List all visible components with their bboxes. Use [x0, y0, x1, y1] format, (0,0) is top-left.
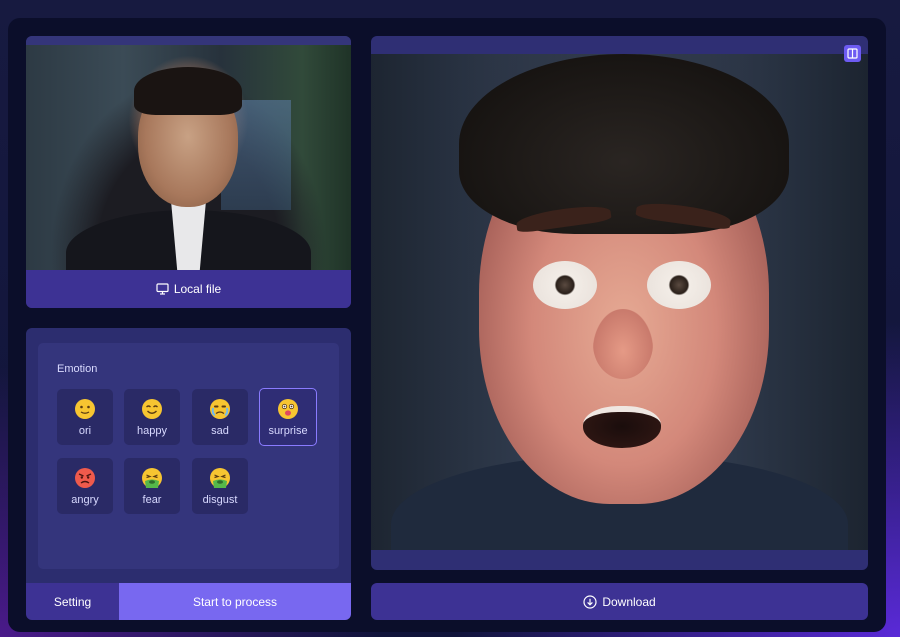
emotion-title: Emotion — [57, 363, 98, 375]
source-photo — [26, 45, 351, 296]
emotion-option-surprise[interactable]: surprise — [259, 388, 317, 446]
source-image-card — [26, 36, 351, 308]
download-button[interactable]: Download — [371, 583, 868, 620]
download-label: Download — [602, 594, 656, 609]
local-file-button[interactable]: Local file — [26, 270, 351, 308]
emotion-label: sad — [211, 424, 229, 437]
download-icon — [583, 594, 597, 609]
local-file-label: Local file — [173, 282, 222, 296]
emotion-label: fear — [142, 493, 162, 506]
start-process-label: Start to process — [192, 594, 278, 609]
result-nose — [593, 309, 653, 379]
result-left-eye — [533, 261, 597, 309]
emotion-label: disgust — [202, 493, 238, 506]
nauseated-face-icon — [142, 467, 162, 488]
emotion-option-fear[interactable]: fear — [124, 458, 180, 514]
source-image-header — [26, 36, 351, 45]
emotion-label: happy — [137, 424, 167, 437]
result-right-eye — [647, 261, 711, 309]
setting-label: Setting — [53, 594, 92, 609]
emotion-option-happy[interactable]: happy — [124, 389, 180, 445]
emotion-option-disgust[interactable]: disgust — [192, 458, 248, 514]
setting-button[interactable]: Setting — [26, 583, 119, 620]
result-mouth — [583, 406, 661, 448]
angry-face-icon — [75, 467, 95, 488]
result-hair — [459, 54, 789, 234]
smiling-face-icon — [142, 398, 162, 419]
surprised-tongue-face-icon — [278, 398, 298, 419]
result-image-card — [371, 36, 868, 570]
emotion-option-sad[interactable]: sad — [192, 389, 248, 445]
slight-smile-face-icon — [75, 398, 95, 419]
emotion-label: angry — [71, 493, 99, 506]
vomiting-face-icon — [210, 467, 230, 488]
monitor-icon — [156, 283, 169, 295]
emotion-inner-panel — [38, 343, 339, 569]
emotion-label: surprise — [268, 424, 308, 437]
photo-hair — [134, 67, 242, 115]
emotion-option-angry[interactable]: angry — [57, 458, 113, 514]
emotion-option-ori[interactable]: ori — [57, 389, 113, 445]
crying-face-icon — [210, 398, 230, 419]
compare-split-icon[interactable] — [844, 45, 861, 62]
result-image — [371, 54, 868, 550]
emotion-label: ori — [78, 424, 92, 437]
start-process-button[interactable]: Start to process — [119, 583, 351, 620]
